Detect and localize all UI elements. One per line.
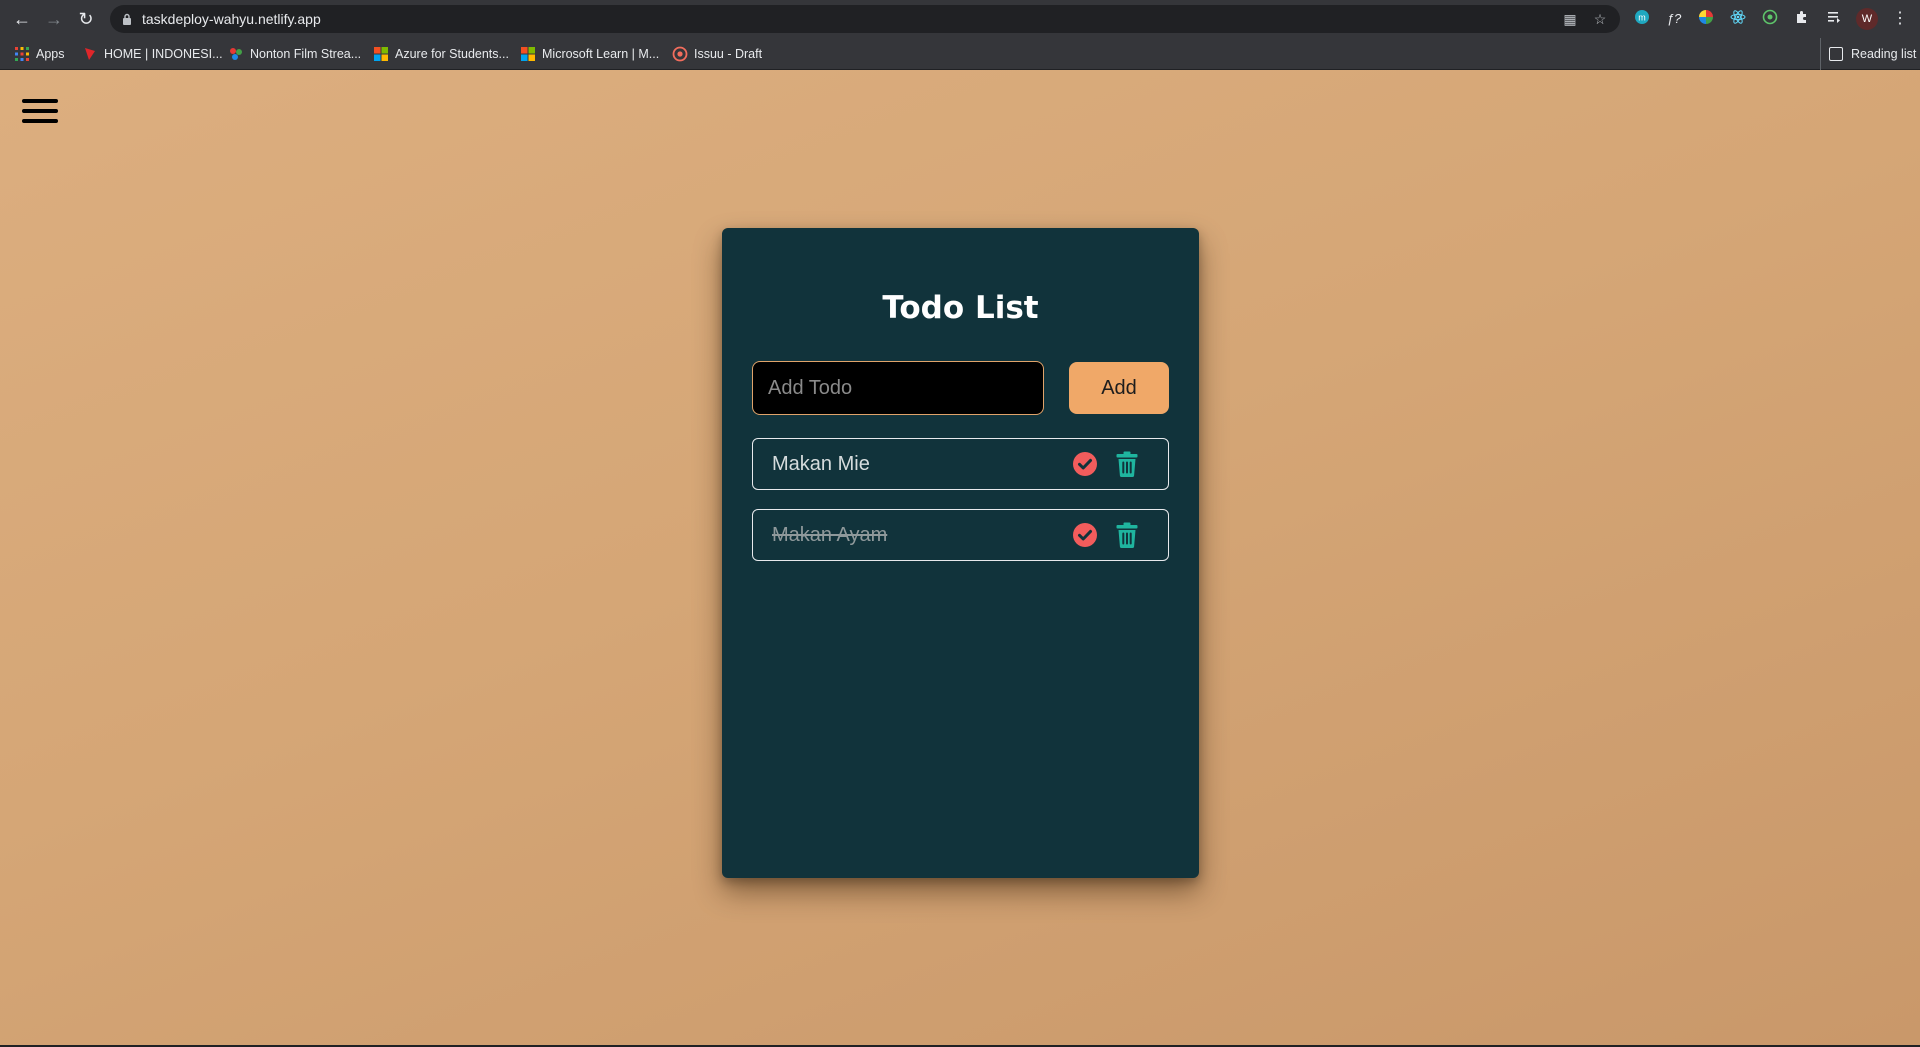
- reading-list-button[interactable]: Reading list: [1820, 38, 1916, 70]
- hamburger-menu-icon[interactable]: [22, 97, 58, 125]
- check-circle-icon[interactable]: [1073, 523, 1097, 547]
- todo-item: Makan Mie: [752, 438, 1169, 490]
- issuu-icon: [672, 46, 688, 62]
- trash-icon[interactable]: [1116, 451, 1138, 477]
- trash-icon[interactable]: [1116, 522, 1138, 548]
- media-playlist-icon[interactable]: [1824, 9, 1844, 29]
- extension-m-icon[interactable]: m: [1632, 9, 1652, 29]
- lock-icon: [123, 13, 131, 25]
- bookmark-nonton-film[interactable]: Nonton Film Strea...: [228, 38, 361, 70]
- todo-card: Todo List Add Makan Mie Makan Ayam: [722, 228, 1199, 878]
- browser-toolbar: ← → ↻ taskdeploy-wahyu.netlify.app ▦ ☆ m…: [0, 0, 1920, 38]
- address-bar[interactable]: taskdeploy-wahyu.netlify.app ▦ ☆: [110, 5, 1620, 33]
- microsoft-logo-icon: [521, 46, 535, 61]
- bookmark-azure-students[interactable]: Azure for Students...: [373, 38, 509, 70]
- todo-text-completed: Makan Ayam: [772, 524, 888, 546]
- apps-grid-icon: [15, 46, 29, 61]
- bookmark-home-indonesia[interactable]: HOME | INDONESI...: [82, 38, 223, 70]
- qr-code-icon[interactable]: ▦: [1560, 9, 1580, 29]
- add-todo-input[interactable]: [752, 361, 1044, 415]
- indonesia-favicon-icon: [85, 47, 95, 60]
- extension-react-icon[interactable]: [1728, 9, 1748, 29]
- extension-function-icon[interactable]: ƒ?: [1664, 9, 1684, 29]
- bookmark-apps[interactable]: Apps: [14, 38, 65, 70]
- add-button[interactable]: Add: [1069, 362, 1169, 414]
- extension-target-icon[interactable]: [1760, 9, 1780, 29]
- page-title: Todo List: [882, 290, 1039, 326]
- extension-color-wheel-icon[interactable]: [1696, 9, 1716, 29]
- check-circle-icon[interactable]: [1073, 452, 1097, 476]
- browser-menu-icon[interactable]: ⋮: [1890, 8, 1910, 30]
- url-text: taskdeploy-wahyu.netlify.app: [142, 11, 321, 27]
- bookmarks-bar: Apps HOME | INDONESI... Nonton Film Stre…: [0, 38, 1920, 70]
- todo-item: Makan Ayam: [752, 509, 1169, 561]
- todo-text: Makan Mie: [772, 453, 870, 475]
- profile-avatar[interactable]: W: [1856, 8, 1878, 30]
- bookmark-star-icon[interactable]: ☆: [1590, 9, 1610, 29]
- reload-icon[interactable]: ↻: [74, 7, 98, 31]
- bookmark-issuu-draft[interactable]: Issuu - Draft: [672, 38, 762, 70]
- film-favicon-icon: [230, 47, 242, 60]
- page-viewport: Todo List Add Makan Mie Makan Ayam: [0, 70, 1920, 1045]
- extensions-puzzle-icon[interactable]: [1792, 9, 1812, 29]
- reading-list-icon: [1829, 46, 1843, 61]
- back-arrow-icon[interactable]: ←: [10, 7, 34, 31]
- bookmark-microsoft-learn[interactable]: Microsoft Learn | M...: [520, 38, 659, 70]
- forward-arrow-icon[interactable]: →: [42, 7, 66, 31]
- svg-text:m: m: [1638, 13, 1646, 23]
- microsoft-logo-icon: [374, 46, 388, 61]
